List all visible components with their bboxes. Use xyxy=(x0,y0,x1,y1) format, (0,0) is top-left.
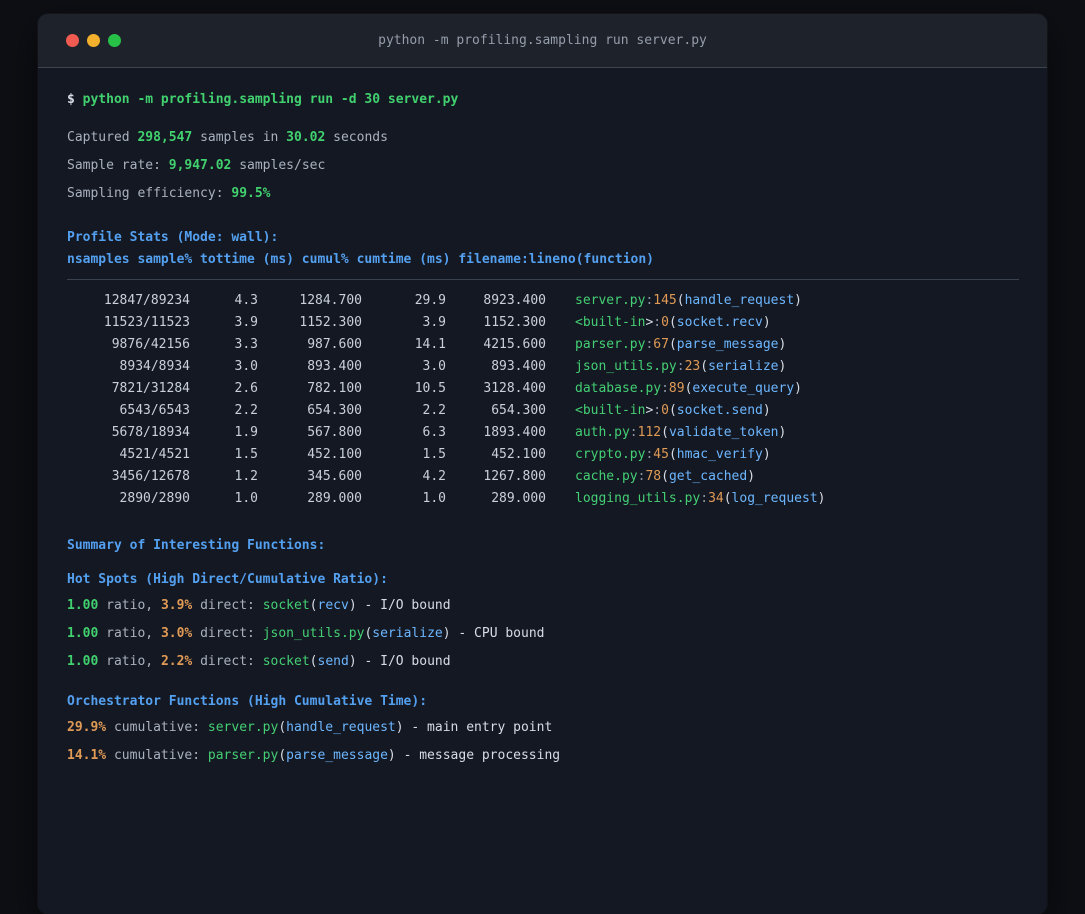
table-cell: 1152.300 xyxy=(299,315,362,330)
table-cell: 893.400 xyxy=(307,359,362,374)
table-cell: 289.000 xyxy=(491,491,546,506)
table-cell: 1152.300 xyxy=(483,315,546,330)
close-button-icon[interactable] xyxy=(66,34,79,47)
table-row: 6543/6543 2.2 654.300 2.2 654.300 <built-in>:… xyxy=(67,400,1019,422)
hot-spot-line: 1.00 ratio, 2.2% direct: socket(send) - … xyxy=(67,654,451,669)
table-cell: 9876/42156 xyxy=(111,337,190,352)
table-row: 11523/11523 3.9 1152.300 3.9 1152.300 <built-… xyxy=(67,312,1019,334)
orchestrator-line: 29.9% cumulative: server.py(handle_reque… xyxy=(67,720,553,735)
function-location: server.py:145(handle_request) xyxy=(575,293,802,308)
terminal-output[interactable]: $ python -m profiling.sampling run -d 30… xyxy=(38,68,1047,766)
table-cell: 987.600 xyxy=(307,337,362,352)
hot-spots-heading: Hot Spots (High Direct/Cumulative Ratio)… xyxy=(67,572,388,587)
table-cell: 3.0 xyxy=(422,359,446,374)
table-row: 9876/42156 3.3 987.600 14.1 4215.600 parser.p… xyxy=(67,334,1019,356)
table-cell: 8934/8934 xyxy=(119,359,190,374)
function-location: <built-in>:0(socket.recv) xyxy=(575,315,771,330)
hot-spot-line: 1.00 ratio, 3.0% direct: json_utils.py(s… xyxy=(67,626,545,641)
table-cell: 29.9 xyxy=(414,293,446,308)
terminal-window: python -m profiling.sampling run server.… xyxy=(38,14,1047,914)
table-cell: 6543/6543 xyxy=(119,403,190,418)
table-cell: 4.2 xyxy=(422,469,446,484)
traffic-lights xyxy=(66,14,121,67)
table-cell: 1.0 xyxy=(234,491,258,506)
table-cell: 893.400 xyxy=(491,359,546,374)
table-cell: 3128.400 xyxy=(483,381,546,396)
captured-samples-line: Captured 298,547 samples in 30.02 second… xyxy=(67,130,388,145)
table-cell: 7821/31284 xyxy=(111,381,190,396)
function-location: parser.py:67(parse_message) xyxy=(575,337,787,352)
zoom-button-icon[interactable] xyxy=(108,34,121,47)
table-cell: 3.3 xyxy=(234,337,258,352)
orchestrator-heading: Orchestrator Functions (High Cumulative … xyxy=(67,694,428,709)
table-cell: 11523/11523 xyxy=(103,315,190,330)
orchestrator-line: 14.1% cumulative: parser.py(parse_messag… xyxy=(67,748,561,763)
table-cell: 3.0 xyxy=(234,359,258,374)
table-cell: 2.2 xyxy=(234,403,258,418)
table-cell: 1.0 xyxy=(422,491,446,506)
minimize-button-icon[interactable] xyxy=(87,34,100,47)
table-cell: 4215.600 xyxy=(483,337,546,352)
table-row: 3456/12678 1.2 345.600 4.2 1267.800 cache.py:… xyxy=(67,466,1019,488)
table-cell: 289.000 xyxy=(307,491,362,506)
table-cell: 654.300 xyxy=(491,403,546,418)
window-title: python -m profiling.sampling run server.… xyxy=(378,33,707,48)
table-cell: 1.5 xyxy=(234,447,258,462)
table-cell: 1267.800 xyxy=(483,469,546,484)
table-cell: 2890/2890 xyxy=(119,491,190,506)
stats-table-column-header: nsamples sample% tottime (ms) cumul% cum… xyxy=(67,252,654,267)
sampling-efficiency-line: Sampling efficiency: 99.5% xyxy=(67,186,271,201)
sample-rate-line: Sample rate: 9,947.02 samples/sec xyxy=(67,158,326,173)
table-cell: 2.6 xyxy=(234,381,258,396)
function-location: crypto.py:45(hmac_verify) xyxy=(575,447,771,462)
table-cell: 6.3 xyxy=(422,425,446,440)
stats-table: 12847/89234 4.3 1284.700 29.9 8923.400 server… xyxy=(67,290,1019,510)
function-location: auth.py:112(validate_token) xyxy=(575,425,787,440)
function-location: <built-in>:0(socket.send) xyxy=(575,403,771,418)
table-cell: 8923.400 xyxy=(483,293,546,308)
function-location: logging_utils.py:34(log_request) xyxy=(575,491,826,506)
table-row: 8934/8934 3.0 893.400 3.0 893.400 json_utils.… xyxy=(67,356,1019,378)
table-row: 7821/31284 2.6 782.100 10.5 3128.400 database… xyxy=(67,378,1019,400)
table-row: 4521/4521 1.5 452.100 1.5 452.100 crypto.py:4… xyxy=(67,444,1019,466)
table-cell: 10.5 xyxy=(414,381,446,396)
function-location: cache.py:78(get_cached) xyxy=(575,469,756,484)
table-divider xyxy=(67,279,1019,280)
table-row: 12847/89234 4.3 1284.700 29.9 8923.400 server… xyxy=(67,290,1019,312)
summary-heading: Summary of Interesting Functions: xyxy=(67,538,326,553)
table-row: 5678/18934 1.9 567.800 6.3 1893.400 auth.py:1… xyxy=(67,422,1019,444)
table-cell: 1893.400 xyxy=(483,425,546,440)
function-location: database.py:89(execute_query) xyxy=(575,381,802,396)
command-line: $ python -m profiling.sampling run -d 30… xyxy=(67,92,459,107)
table-cell: 4521/4521 xyxy=(119,447,190,462)
table-cell: 452.100 xyxy=(307,447,362,462)
table-cell: 1.2 xyxy=(234,469,258,484)
table-cell: 654.300 xyxy=(307,403,362,418)
table-cell: 345.600 xyxy=(307,469,362,484)
table-cell: 567.800 xyxy=(307,425,362,440)
table-cell: 12847/89234 xyxy=(103,293,190,308)
table-cell: 2.2 xyxy=(422,403,446,418)
table-cell: 1284.700 xyxy=(299,293,362,308)
table-cell: 3.9 xyxy=(234,315,258,330)
table-row: 2890/2890 1.0 289.000 1.0 289.000 logging_uti… xyxy=(67,488,1019,510)
table-cell: 14.1 xyxy=(414,337,446,352)
hot-spot-line: 1.00 ratio, 3.9% direct: socket(recv) - … xyxy=(67,598,451,613)
function-location: json_utils.py:23(serialize) xyxy=(575,359,787,374)
table-cell: 452.100 xyxy=(491,447,546,462)
table-cell: 5678/18934 xyxy=(111,425,190,440)
table-cell: 782.100 xyxy=(307,381,362,396)
titlebar: python -m profiling.sampling run server.… xyxy=(38,14,1047,68)
table-cell: 1.9 xyxy=(234,425,258,440)
table-cell: 3456/12678 xyxy=(111,469,190,484)
table-cell: 4.3 xyxy=(234,293,258,308)
profile-stats-heading: Profile Stats (Mode: wall): xyxy=(67,230,279,245)
table-cell: 1.5 xyxy=(422,447,446,462)
table-cell: 3.9 xyxy=(422,315,446,330)
